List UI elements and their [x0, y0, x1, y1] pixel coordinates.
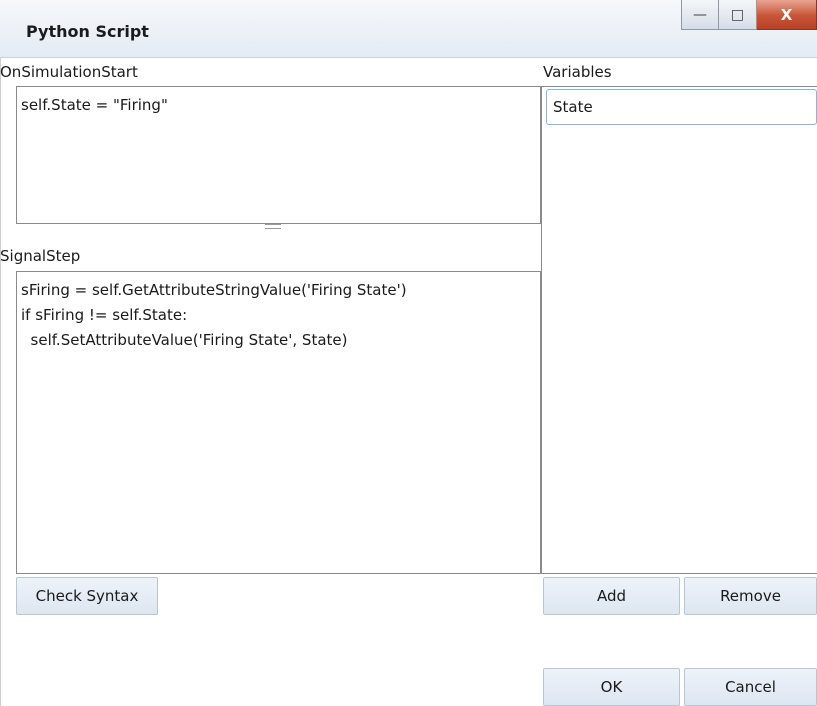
variable-item-label: State [553, 98, 593, 116]
close-glyph: X [780, 5, 793, 24]
on-simulation-start-editor[interactable]: self.State = "Firing" [16, 86, 541, 224]
signal-step-code[interactable]: sFiring = self.GetAttributeStringValue('… [17, 272, 540, 359]
on-simulation-start-label: OnSimulationStart [0, 63, 138, 81]
variables-list[interactable] [541, 86, 817, 574]
variables-label: Variables [543, 63, 612, 81]
ok-button[interactable]: OK [543, 668, 680, 706]
add-button[interactable]: Add [543, 577, 680, 615]
signal-step-editor[interactable]: sFiring = self.GetAttributeStringValue('… [16, 271, 541, 574]
on-simulation-start-code[interactable]: self.State = "Firing" [17, 87, 540, 124]
variable-item-state[interactable]: State [546, 89, 817, 125]
signal-step-label: SignalStep [0, 247, 81, 265]
splitter-handle[interactable] [265, 224, 281, 234]
check-syntax-button[interactable]: Check Syntax [16, 577, 158, 615]
maximize-icon[interactable]: □ [719, 0, 757, 30]
close-icon[interactable]: X [757, 0, 817, 30]
window-title: Python Script [26, 22, 149, 41]
cancel-button[interactable]: Cancel [684, 668, 817, 706]
minimize-icon[interactable]: — [681, 0, 719, 30]
window-left-border [0, 58, 1, 706]
title-bar: Python Script — □ X [0, 0, 817, 58]
remove-button[interactable]: Remove [684, 577, 817, 615]
window-controls: — □ X [681, 0, 817, 34]
